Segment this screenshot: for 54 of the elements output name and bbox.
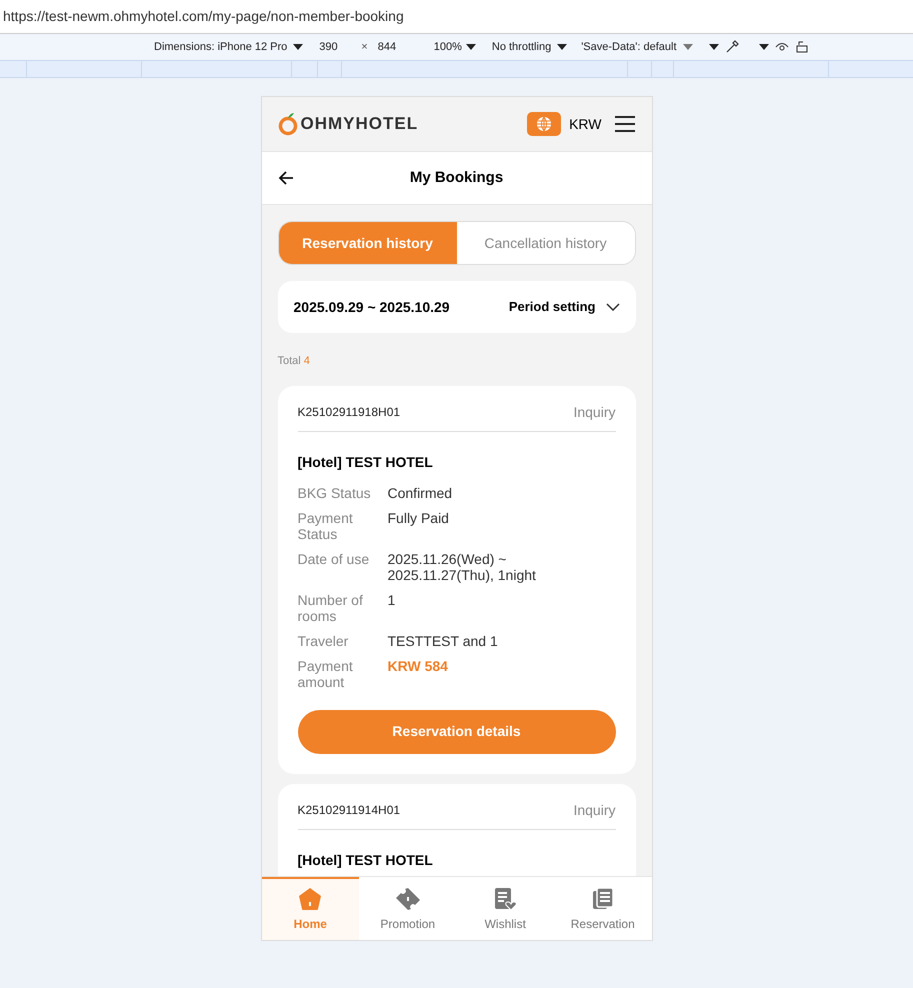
wishlist-icon [493,886,518,910]
eyedropper-icon[interactable] [724,40,738,54]
detail-label: Payment amount [298,658,354,690]
home-icon [298,886,322,910]
inquiry-link[interactable]: Inquiry [573,402,616,422]
menu-icon[interactable] [614,115,636,133]
caret-icon [682,43,692,51]
detail-value: Fully Paid [388,510,449,528]
document-stack-icon [590,886,615,910]
device-dropdown[interactable]: Dimensions: iPhone 12 Pro [154,38,304,56]
rotate-icon[interactable] [794,40,808,54]
ticket-icon [394,886,421,910]
detail-value: 2025.11.26(Wed) ~ 2025.11.27(Thu), 1night [388,550,537,582]
detail-value: KRW 584 [388,658,448,676]
zoom-dropdown[interactable]: 100% [434,38,476,56]
total-label: Total [278,354,301,369]
bottom-nav-tab[interactable]: Wishlist [456,877,554,940]
booking-number: K25102911914H01 [298,802,400,819]
hotel-name: [Hotel] TEST HOTEL [298,452,434,472]
chevron-down-icon [606,303,620,311]
logo-icon [278,112,298,136]
caret-icon [557,43,568,51]
detail-label: Date of use [298,550,370,568]
height-field[interactable]: 844 [378,38,428,56]
width-field[interactable]: 390 [319,38,356,56]
detail-label: Number of rooms [298,592,364,624]
detail-label: BKG Status [298,484,372,500]
detail-value: TESTTEST and 1 [388,632,498,648]
bottom-nav-tab[interactable]: Reservation [554,877,652,940]
caret-icon [293,43,304,51]
logo-text: OHMYHOTEL [300,113,418,136]
globe-icon [536,116,552,132]
page-title: My Bookings [408,168,504,188]
eye-icon[interactable] [774,42,788,52]
detail-value: Confirmed [388,484,452,500]
times-sign: × [361,40,368,55]
caret-icon [758,43,768,51]
save-data-dropdown[interactable]: 'Save-Data': default [581,38,692,56]
bottom-nav-tab[interactable]: Promotion [359,877,456,940]
throttling-dropdown[interactable]: No throttling [492,38,568,56]
currency-label[interactable]: KRW [569,114,602,134]
caret-icon [708,43,718,51]
detail-value: 1 [388,592,396,610]
detail-label: Traveler [298,632,350,648]
period-setting-dropdown[interactable]: Period setting [508,297,620,317]
back-arrow-icon[interactable] [278,170,294,186]
detail-label: Payment Status [298,510,354,542]
hotel-name: [Hotel] TEST HOTEL [298,850,434,870]
booking-number: K25102911918H01 [298,404,400,421]
language-button[interactable] [527,112,562,136]
inquiry-link[interactable]: Inquiry [573,800,616,820]
period-range: 2025.09.29 ~ 2025.10.29 [294,298,450,316]
caret-icon [466,43,476,51]
total-count: 4 [304,354,310,369]
